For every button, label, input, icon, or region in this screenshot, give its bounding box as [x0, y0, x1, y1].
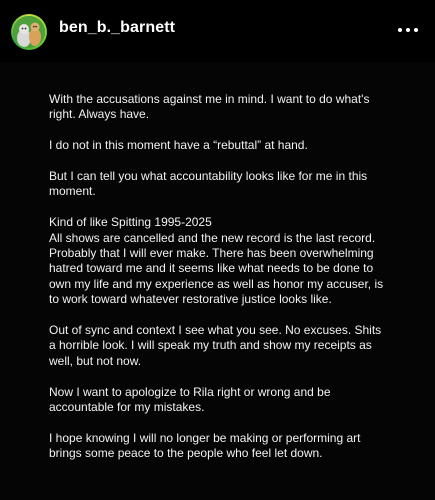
post-paragraph: Out of sync and context I see what you s…: [49, 323, 382, 368]
post-text: With the accusations against me in mind.…: [49, 92, 389, 477]
post-paragraph: With the accusations against me in mind.…: [49, 92, 370, 122]
more-options-button[interactable]: [396, 20, 420, 40]
more-options-icon: [414, 28, 418, 32]
username[interactable]: ben_b._barnett: [59, 19, 175, 37]
avatar-ring[interactable]: [11, 14, 47, 50]
more-options-icon: [406, 28, 410, 32]
avatar[interactable]: [13, 16, 45, 48]
post-body: With the accusations against me in mind.…: [0, 62, 435, 500]
post-paragraph: Kind of like Spitting 1995-2025 All show…: [49, 215, 384, 307]
post-paragraph: I do not in this moment have a “rebuttal…: [49, 138, 308, 153]
post-paragraph: But I can tell you what accountability l…: [49, 169, 368, 199]
more-options-icon: [398, 28, 402, 32]
post-paragraph: I hope knowing I will no longer be makin…: [49, 430, 361, 461]
post-header: ben_b._barnett: [0, 0, 435, 62]
cartoon-avatar-icon: [13, 16, 45, 48]
post-paragraph: Now I want to apologize to Rila right or…: [49, 384, 331, 415]
